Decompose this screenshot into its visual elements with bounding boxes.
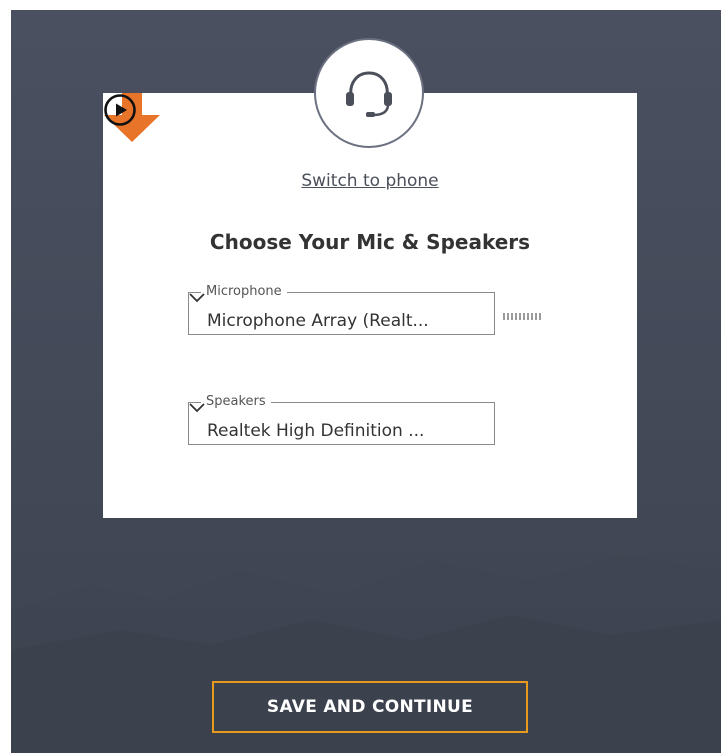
headset-badge — [314, 38, 424, 148]
chevron-down-icon — [189, 293, 205, 303]
speakers-value: Realtek High Definition ... — [207, 421, 425, 441]
headset-icon — [346, 71, 392, 117]
speakers-label: Speakers — [201, 394, 271, 410]
save-and-continue-button[interactable]: SAVE AND CONTINUE — [212, 681, 528, 733]
device-settings-card: Switch to phone Choose Your Mic & Speake… — [103, 93, 637, 518]
switch-to-phone-link[interactable]: Switch to phone — [103, 171, 637, 191]
microphone-value: Microphone Array (Realt... — [207, 311, 429, 331]
microphone-label: Microphone — [201, 284, 287, 300]
dialog-title: Choose Your Mic & Speakers — [209, 230, 531, 254]
speakers-select[interactable]: Speakers Realtek High Definition ... — [188, 394, 495, 445]
mic-level-meter — [503, 313, 541, 320]
microphone-select[interactable]: Microphone Microphone Array (Realt... — [188, 284, 495, 335]
play-test-sound-button[interactable] — [103, 93, 137, 127]
chevron-down-icon — [189, 403, 205, 413]
